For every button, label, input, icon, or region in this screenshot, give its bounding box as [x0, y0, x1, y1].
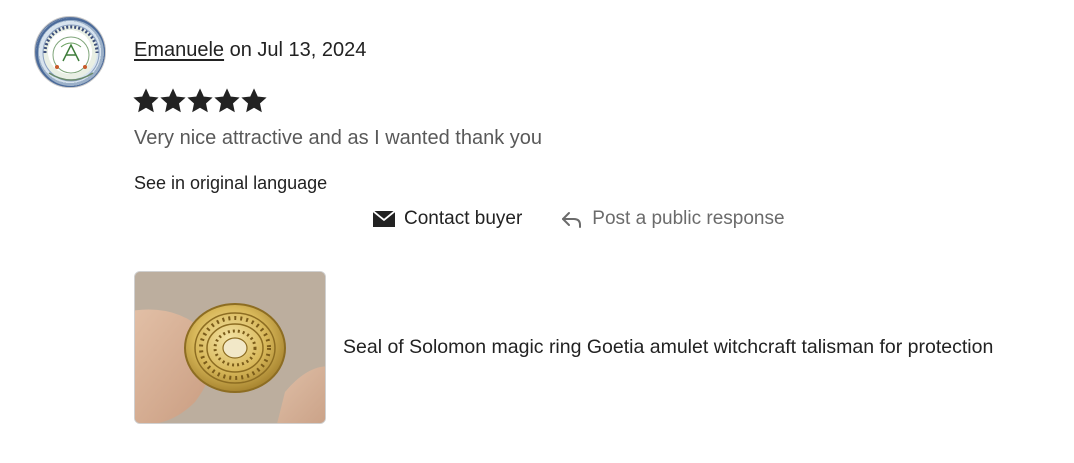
envelope-icon: [372, 210, 396, 227]
buyer-avatar[interactable]: [34, 16, 106, 88]
review-date: on Jul 13, 2024: [229, 39, 367, 61]
star-icon: [160, 88, 186, 113]
review-card: Emanuele on Jul 13, 2024 Very nice attra…: [0, 0, 1074, 463]
contact-buyer-label: Contact buyer: [404, 208, 523, 229]
star-icon: [214, 88, 240, 113]
star-icon: [133, 88, 159, 113]
buyer-name-link[interactable]: Emanuele: [134, 39, 224, 61]
ring-photo-icon: [135, 272, 325, 423]
star-icon: [241, 88, 267, 113]
post-public-response-label: Post a public response: [592, 208, 785, 229]
listing-thumbnail[interactable]: [134, 271, 326, 424]
avatar-logo-icon: [36, 18, 105, 87]
see-original-language-link[interactable]: See in original language: [134, 173, 327, 194]
reply-arrow-icon: [562, 212, 582, 228]
review-actions: Contact buyer Post a public response: [372, 206, 785, 232]
contact-buyer-button[interactable]: Contact buyer: [372, 208, 522, 230]
star-icon: [187, 88, 213, 113]
listing-title-link[interactable]: Seal of Solomon magic ring Goetia amulet…: [343, 336, 993, 359]
review-author-line: Emanuele on Jul 13, 2024: [134, 39, 366, 62]
star-rating: [133, 88, 267, 114]
post-public-response-button[interactable]: Post a public response: [560, 208, 785, 230]
purchased-listing: Seal of Solomon magic ring Goetia amulet…: [134, 271, 993, 424]
review-text: Very nice attractive and as I wanted tha…: [134, 127, 543, 149]
